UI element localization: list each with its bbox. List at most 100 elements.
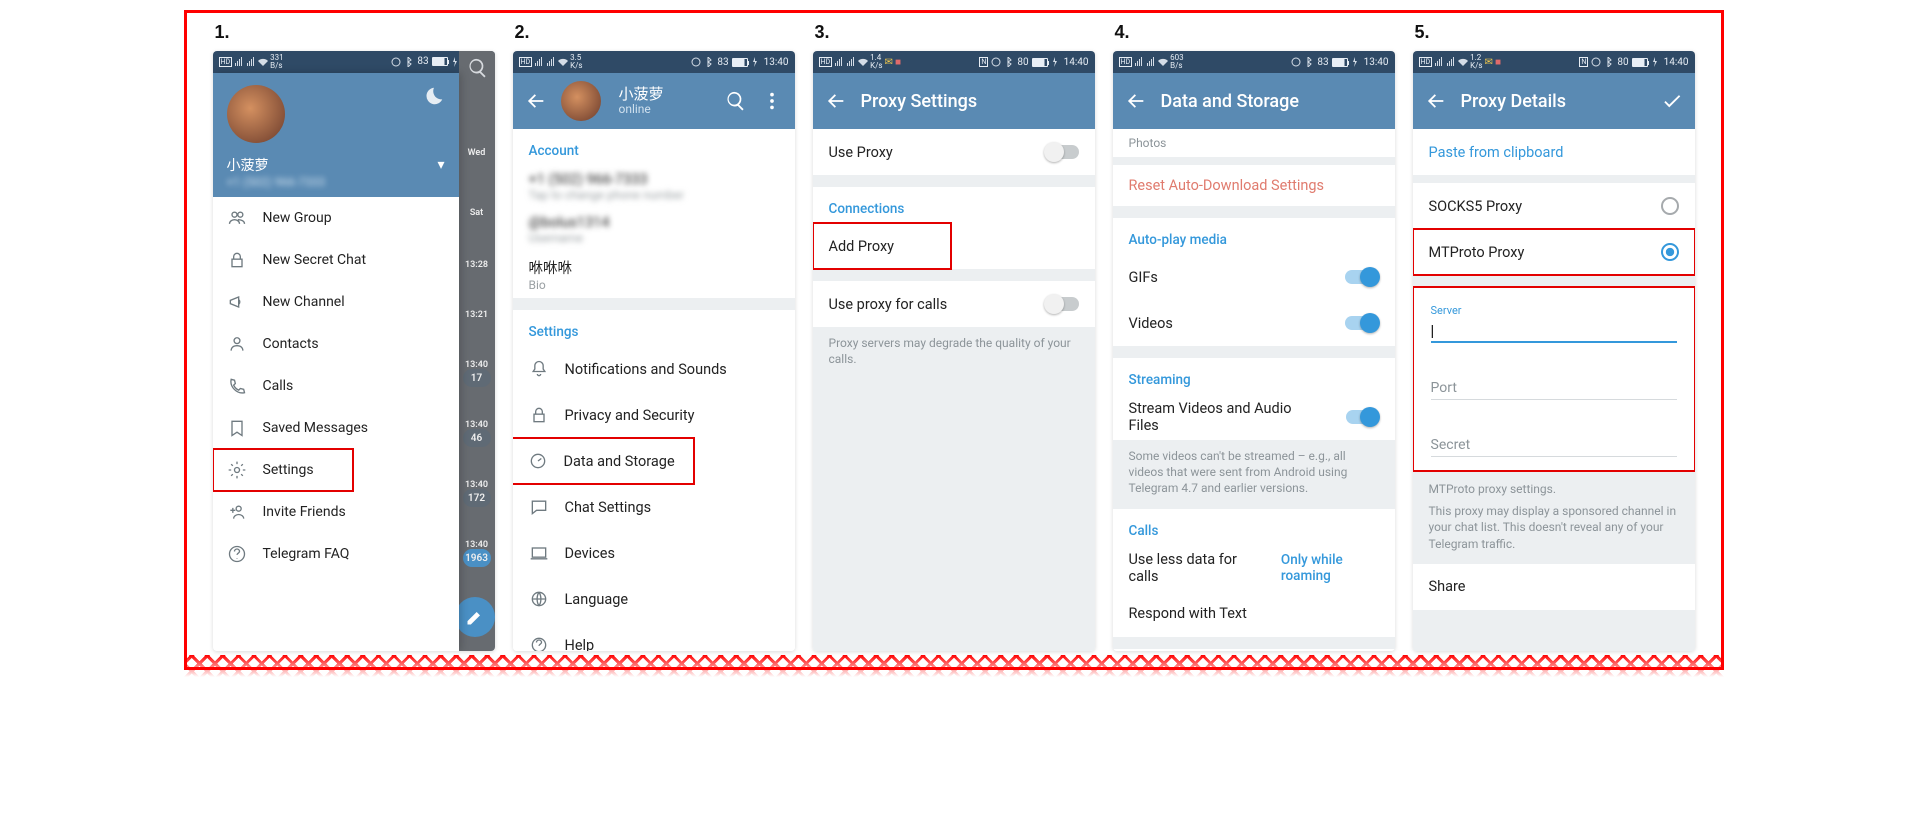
chat-time: 13:21 — [463, 301, 491, 329]
clock: 13:40 — [1364, 57, 1389, 68]
step-1: 1. HD 331B/s 83 13:40 — [213, 23, 495, 651]
avatar[interactable] — [227, 85, 285, 143]
proxy-calls-note: Proxy servers may degrade the quality of… — [813, 327, 1095, 379]
status-bar: HD 603B/s 83 13:40 — [1113, 51, 1395, 73]
search-icon[interactable] — [467, 57, 489, 83]
row-help[interactable]: Help — [513, 622, 795, 651]
step-number: 4. — [1115, 23, 1395, 41]
chat-icon — [529, 497, 549, 517]
row-videos[interactable]: Videos — [1113, 300, 1395, 346]
data-icon — [528, 451, 548, 471]
battery-pct: 80 — [1617, 57, 1628, 68]
row-add-proxy[interactable]: Add Proxy — [813, 223, 951, 269]
row-share[interactable]: Share — [1413, 564, 1695, 610]
back-icon[interactable] — [1425, 90, 1447, 112]
signal-icon — [1146, 57, 1156, 67]
more-icon[interactable] — [761, 90, 783, 112]
row-use-proxy[interactable]: Use Proxy — [813, 129, 1095, 175]
back-icon[interactable] — [525, 90, 547, 112]
row-bio[interactable]: 咻咻咻 Bio — [513, 251, 795, 298]
stream-toggle[interactable] — [1346, 410, 1378, 424]
devices-icon — [529, 543, 549, 563]
proxy-details-list: Paste from clipboard SOCKS5 Proxy MTProt… — [1413, 129, 1695, 651]
signal-icon — [834, 57, 844, 67]
mtproto-radio[interactable] — [1661, 243, 1679, 261]
row-username[interactable]: @bolus1314Username — [513, 208, 795, 251]
section-autoplay: Auto-play media — [1113, 218, 1395, 254]
row-photos[interactable]: Photos — [1113, 129, 1395, 157]
row-gifs[interactable]: GIFs — [1113, 254, 1395, 300]
videos-toggle[interactable] — [1345, 316, 1379, 330]
bluetooth-icon — [1304, 57, 1314, 67]
lock-icon — [529, 405, 549, 425]
bell-icon — [529, 359, 549, 379]
app-badge-icon: ■ — [1495, 57, 1501, 68]
port-field[interactable]: x Port — [1419, 347, 1689, 404]
step-5: 5. HD 1.2K/s ✉ ■ N 80 — [1413, 23, 1695, 651]
page-title: Proxy Settings — [861, 91, 978, 112]
settings-list: Account +1 (502) 966-7333Tap to change p… — [513, 129, 795, 651]
done-icon[interactable] — [1661, 90, 1683, 112]
menu-invite[interactable]: Invite Friends — [213, 491, 459, 533]
step-2: 2. HD 3.5K/s 83 13:40 — [513, 23, 795, 651]
globe-icon — [529, 589, 549, 609]
row-data-storage[interactable]: Data and Storage — [513, 438, 694, 484]
app-badge-icon: ✉ — [885, 57, 893, 68]
menu-contacts[interactable]: Contacts — [213, 323, 459, 365]
step-number: 5. — [1415, 23, 1695, 41]
server-field[interactable]: Server — [1419, 291, 1689, 347]
row-devices[interactable]: Devices — [513, 530, 795, 576]
menu-new-secret[interactable]: New Secret Chat — [213, 239, 459, 281]
menu-faq[interactable]: Telegram FAQ — [213, 533, 459, 575]
back-icon[interactable] — [825, 90, 847, 112]
secret-field[interactable]: x Secret — [1419, 404, 1689, 461]
row-stream[interactable]: Stream Videos and Audio Files — [1113, 394, 1395, 440]
row-less-data[interactable]: Use less data for calls Only while roami… — [1113, 545, 1395, 591]
avatar[interactable] — [561, 81, 601, 121]
row-language[interactable]: Language — [513, 576, 795, 622]
socks5-radio[interactable] — [1661, 197, 1679, 215]
chevron-down-icon[interactable]: ▾ — [437, 157, 444, 173]
menu-settings[interactable]: Settings — [213, 449, 353, 491]
compose-fab[interactable] — [455, 597, 495, 637]
battery-pct: 83 — [417, 56, 428, 67]
profile-name: 小菠萝 online — [619, 86, 664, 116]
charge-icon — [1651, 57, 1661, 67]
signal-icon — [546, 57, 556, 67]
menu-calls[interactable]: Calls — [213, 365, 459, 407]
help-icon — [529, 635, 549, 651]
row-notifications[interactable]: Notifications and Sounds — [513, 346, 795, 392]
row-phone[interactable]: +1 (502) 966-7333Tap to change phone num… — [513, 165, 795, 208]
server-input[interactable] — [1431, 318, 1677, 343]
status-bar: HD 3.5K/s 83 13:40 — [513, 51, 795, 73]
row-reset-autodownload[interactable]: Reset Auto-Download Settings — [1113, 165, 1395, 206]
charge-icon — [1051, 57, 1061, 67]
row-mtproto[interactable]: MTProto Proxy — [1413, 229, 1695, 275]
menu-saved[interactable]: Saved Messages — [213, 407, 459, 449]
proxy-calls-toggle[interactable] — [1045, 297, 1079, 311]
use-proxy-toggle[interactable] — [1045, 145, 1079, 159]
row-privacy[interactable]: Privacy and Security — [513, 392, 795, 438]
chat-strip[interactable]: Wed Sat 13:28 13:21 13:40 17 13:40 46 13… — [459, 51, 495, 651]
row-socks5[interactable]: SOCKS5 Proxy — [1413, 183, 1695, 229]
menu-new-channel[interactable]: New Channel — [213, 281, 459, 323]
step-number: 3. — [815, 23, 1095, 41]
night-mode-icon[interactable] — [423, 85, 445, 107]
phone-2: HD 3.5K/s 83 13:40 — [513, 51, 795, 651]
row-paste-clipboard[interactable]: Paste from clipboard — [1413, 129, 1695, 175]
search-icon[interactable] — [725, 90, 747, 112]
charge-icon — [751, 57, 761, 67]
signal-icon — [234, 57, 244, 67]
status-bar: HD 331B/s 83 13:40 — [213, 51, 495, 73]
gifs-toggle[interactable] — [1345, 270, 1379, 284]
menu-new-group[interactable]: New Group — [213, 197, 459, 239]
row-proxy-calls[interactable]: Use proxy for calls — [813, 281, 1095, 327]
proxy-details-appbar: Proxy Details — [1413, 73, 1695, 129]
nfc-icon: N — [1579, 57, 1588, 67]
wifi-icon — [258, 57, 268, 67]
battery-pct: 83 — [717, 57, 728, 68]
row-respond-text[interactable]: Respond with Text — [1113, 591, 1395, 637]
back-icon[interactable] — [1125, 90, 1147, 112]
hd-icon: HD — [1419, 57, 1433, 67]
row-chat-settings[interactable]: Chat Settings — [513, 484, 795, 530]
